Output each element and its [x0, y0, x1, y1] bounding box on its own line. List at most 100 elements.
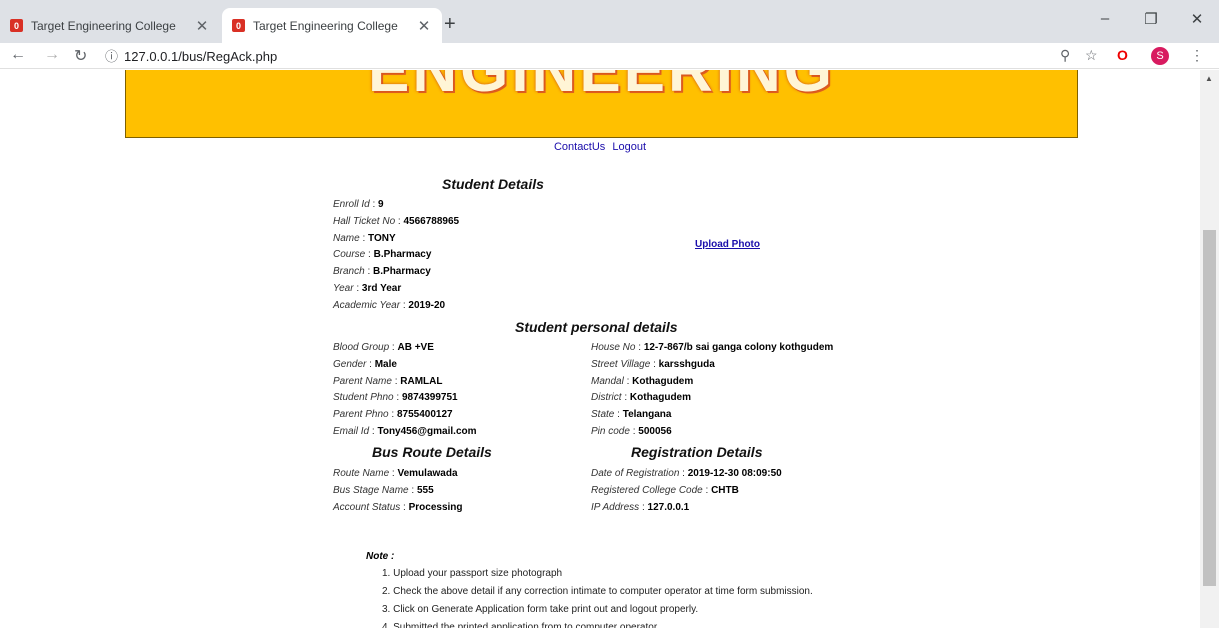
student-detail-row: Year : 3rd Year	[333, 283, 401, 294]
field-separator: :	[635, 342, 644, 353]
bus-route-heading: Bus Route Details	[372, 444, 492, 460]
registration-heading: Registration Details	[631, 444, 763, 460]
field-value: Male	[374, 358, 397, 370]
field-label: Year	[333, 283, 354, 294]
minimize-icon[interactable]: –	[1090, 10, 1120, 27]
scroll-up-icon[interactable]: ▲	[1205, 74, 1213, 83]
field-separator: :	[359, 232, 369, 244]
field-label: IP Address	[591, 501, 640, 513]
student-detail-row: Academic Year : 2019-20	[333, 300, 445, 311]
bookmark-star-icon[interactable]: ☆	[1085, 47, 1098, 64]
contactus-link[interactable]: ContactUs	[554, 141, 605, 153]
personal-right-row: Mandal : Kothagudem	[591, 376, 693, 387]
field-label: Mandal	[591, 375, 624, 387]
field-label: Gender	[333, 358, 367, 370]
browser-tab-1[interactable]: 0 Target Engineering College ✕	[0, 8, 220, 43]
field-value: Kothagudem	[632, 375, 694, 387]
field-label: Route Name	[333, 468, 390, 479]
field-separator: :	[614, 409, 623, 421]
field-separator: :	[389, 342, 398, 353]
browser-tab-2[interactable]: 0 Target Engineering College ✕	[222, 8, 442, 43]
field-value: 2019-12-30 08:09:50	[687, 468, 782, 479]
field-label: Academic Year	[333, 299, 401, 311]
upload-photo-link[interactable]: Upload Photo	[695, 239, 760, 250]
student-detail-row: Branch : B.Pharmacy	[333, 266, 431, 277]
field-value: 4566788965	[403, 215, 460, 227]
field-label: Pin code	[591, 426, 630, 437]
field-label: Blood Group	[333, 342, 390, 353]
field-value: B.Pharmacy	[373, 249, 432, 261]
field-value: 127.0.0.1	[647, 501, 690, 513]
field-value: 9874399751	[401, 392, 458, 404]
field-separator: :	[621, 392, 630, 404]
personal-left-row: Blood Group : AB +VE	[333, 342, 434, 353]
close-tab-icon[interactable]: ✕	[194, 17, 210, 35]
field-separator: :	[408, 484, 417, 496]
field-label: Parent Phno	[333, 409, 389, 421]
field-label: Account Status	[333, 501, 401, 513]
field-value: 12-7-867/b sai ganga colony kothgudem	[643, 342, 834, 353]
profile-avatar[interactable]: S	[1151, 47, 1169, 65]
personal-left-row: Parent Phno : 8755400127	[333, 409, 453, 420]
zoom-icon[interactable]: ⚲	[1060, 47, 1070, 64]
field-value: Telangana	[622, 409, 672, 421]
tab-strip: 0 Target Engineering College ✕ 0 Target …	[0, 0, 1219, 43]
registration-row: Registered College Code : CHTB	[591, 485, 739, 496]
field-separator: :	[395, 215, 404, 227]
field-label: Date of Registration	[591, 468, 680, 479]
field-label: Hall Ticket No	[333, 215, 396, 227]
field-separator: :	[623, 375, 633, 387]
field-label: District	[591, 392, 622, 404]
site-favicon-icon: 0	[10, 19, 23, 32]
student-detail-row: Name : TONY	[333, 233, 396, 244]
field-value: Vemulawada	[397, 468, 458, 479]
field-separator: :	[369, 199, 379, 210]
field-separator: :	[393, 392, 402, 404]
window-close-icon[interactable]: ✕	[1182, 10, 1212, 28]
menu-kebab-icon[interactable]: ⋮	[1190, 47, 1204, 64]
note-item: 4. Submitted the printed application fro…	[382, 622, 660, 628]
forward-icon[interactable]: →	[44, 46, 60, 64]
site-favicon-icon: 0	[232, 19, 245, 32]
field-separator: :	[702, 484, 712, 496]
new-tab-icon[interactable]: +	[444, 13, 456, 36]
scrollbar-thumb[interactable]	[1203, 230, 1216, 586]
field-label: Course	[333, 249, 366, 261]
field-value: TONY	[368, 232, 396, 244]
opera-extension-icon[interactable]: O	[1117, 47, 1128, 63]
field-value: B.Pharmacy	[373, 266, 431, 278]
field-label: Name	[333, 232, 360, 244]
field-separator: :	[629, 426, 639, 437]
note-heading: Note :	[366, 551, 395, 562]
site-info-icon[interactable]: ⓘ	[105, 49, 118, 64]
restore-icon[interactable]: ❐	[1136, 10, 1166, 28]
tab-title: Target Engineering College	[31, 18, 176, 33]
field-separator: :	[639, 501, 648, 513]
bus-route-row: Account Status : Processing	[333, 502, 463, 513]
logout-link[interactable]: Logout	[612, 141, 646, 153]
field-label: State	[591, 409, 615, 421]
field-value: Processing	[408, 501, 463, 513]
field-value: CHTB	[711, 484, 739, 496]
field-separator: :	[365, 249, 374, 261]
field-separator: :	[400, 501, 409, 513]
reload-icon[interactable]: ↻	[74, 46, 87, 66]
personal-right-row: District : Kothagudem	[591, 392, 691, 403]
browser-toolbar: ← → ↻ ⓘ 127.0.0.1/bus/RegAck.php ⚲ ☆ O S …	[0, 43, 1219, 69]
back-icon[interactable]: ←	[10, 46, 26, 64]
personal-details-heading: Student personal details	[515, 319, 678, 335]
field-label: Registered College Code	[591, 484, 703, 496]
close-tab-icon[interactable]: ✕	[416, 17, 432, 35]
field-value: 3rd Year	[361, 283, 402, 294]
field-label: Student Phno	[333, 392, 394, 404]
personal-right-row: State : Telangana	[591, 409, 671, 420]
personal-right-row: Street Village : karsshguda	[591, 359, 715, 370]
field-label: Bus Stage Name	[333, 484, 409, 496]
field-label: Street Village	[591, 358, 651, 370]
banner-text: ENGINEERING	[367, 70, 836, 105]
page-scrollbar[interactable]: ▲	[1200, 70, 1219, 628]
personal-left-row: Gender : Male	[333, 359, 397, 370]
bus-route-row: Bus Stage Name : 555	[333, 485, 434, 496]
field-label: Email Id	[333, 426, 370, 437]
address-bar[interactable]: ⓘ 127.0.0.1/bus/RegAck.php	[105, 46, 277, 65]
